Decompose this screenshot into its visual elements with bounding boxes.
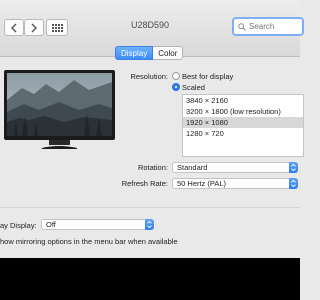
airplay-display-popup[interactable]: Off [41,219,154,230]
list-item[interactable]: 3200 × 1800 (low resolution) [183,106,303,117]
chevron-updown-icon [289,178,298,189]
grid-icon [51,23,63,32]
chevron-updown-icon [289,162,298,173]
list-item[interactable]: 1280 × 720 [183,128,303,139]
scaled-label: Scaled [182,83,205,92]
show-mirroring-options-label[interactable]: how mirroring options in the menu bar wh… [0,237,178,246]
separator [0,207,300,208]
tab-bar: Display Color [115,46,184,60]
rotation-label: Rotation: [137,163,168,172]
back-button[interactable] [4,19,24,36]
refresh-rate-popup[interactable]: 50 Hertz (PAL) [172,178,298,189]
list-item[interactable]: 3840 × 2160 [183,95,303,106]
forward-arrow-icon [31,23,37,32]
best-for-display-label: Best for display [182,72,234,81]
tab-display[interactable]: Display [115,46,154,60]
airplay-display-label: ay Display: [0,221,37,230]
search-field[interactable] [232,17,304,36]
scaled-radio[interactable] [172,83,180,91]
best-for-display-radio[interactable] [172,72,180,80]
chevron-updown-icon [145,219,154,230]
search-input[interactable] [246,20,299,33]
forward-button[interactable] [24,19,44,36]
refresh-rate-value: 50 Hertz (PAL) [177,179,227,188]
rotation-popup[interactable]: Standard [172,162,298,173]
display-preview-image [4,70,115,149]
resolution-list[interactable]: 3840 × 2160 3200 × 1800 (low resolution)… [182,94,304,157]
search-icon [238,22,246,31]
desktop-background [0,258,300,300]
window-title: U28D590 [130,20,170,30]
airplay-display-value: Off [46,220,56,229]
list-item-selected[interactable]: 1920 × 1080 [183,117,303,128]
rotation-value: Standard [177,163,208,172]
back-arrow-icon [11,23,17,32]
tab-color[interactable]: Color [153,46,184,60]
show-all-button[interactable] [46,19,68,36]
refresh-rate-label: Refresh Rate: [121,179,168,188]
resolution-label: Resolution: [130,72,168,81]
